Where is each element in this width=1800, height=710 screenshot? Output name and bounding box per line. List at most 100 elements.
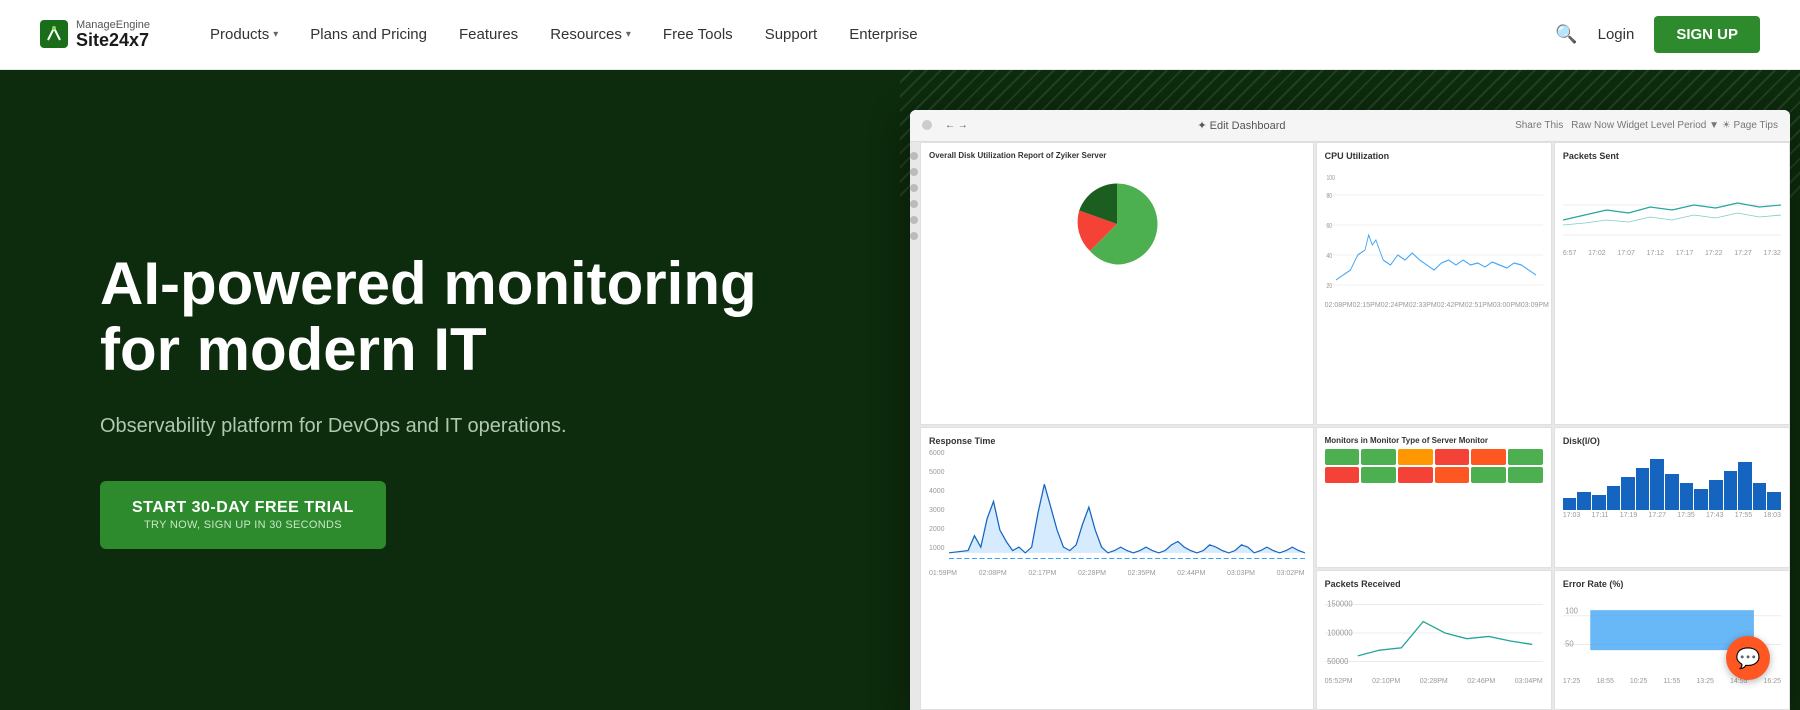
nav-enterprise[interactable]: Enterprise	[849, 26, 917, 43]
io-bar	[1738, 462, 1752, 510]
pie-container	[929, 164, 1305, 284]
monitor-cell	[1398, 467, 1433, 483]
nav-resources[interactable]: Resources ▾	[550, 26, 631, 43]
nav-features[interactable]: Features	[459, 26, 518, 43]
chat-bubble[interactable]: 💬	[1726, 636, 1770, 680]
dashboard-edit-btn[interactable]: ✦ Edit Dashboard	[1197, 119, 1285, 132]
response-chart-area	[949, 450, 1305, 570]
middle-charts-col: Monitors in Monitor Type of Server Monit…	[1316, 427, 1552, 710]
response-xaxis: 01:59PM02:08PM02:17PM02:28PM02:35PM02:44…	[929, 570, 1305, 577]
svg-text:100: 100	[1326, 174, 1335, 182]
error-bar	[1590, 610, 1754, 650]
hero-section: AI-powered monitoring for modern IT Obse…	[0, 70, 1800, 710]
sidebar-dot	[910, 184, 918, 192]
sidebar-dot	[910, 168, 918, 176]
cpu-utilization-chart: CPU Utilization 20 40 60 80 100	[1316, 142, 1552, 425]
monitor-cell	[1325, 467, 1360, 483]
chevron-down-icon: ▾	[273, 29, 278, 40]
io-bar	[1709, 480, 1723, 510]
svg-text:50: 50	[1565, 639, 1574, 648]
signup-button[interactable]: SIGN UP	[1654, 16, 1760, 53]
packets-recv-xaxis: 05:52PM02:10PM02:28PM02:46PM03:04PM	[1325, 678, 1543, 685]
cta-sub-text: TRY NOW, SIGN UP IN 30 SECONDS	[144, 519, 342, 531]
response-time-chart: Response Time 600050004000300020001000	[920, 427, 1314, 710]
cpu-chart-svg: 20 40 60 80 100	[1325, 165, 1543, 295]
response-chart-inner: 600050004000300020001000	[929, 450, 1305, 570]
svg-text:20: 20	[1326, 282, 1332, 290]
cta-main-text: START 30-DAY FREE TRIAL	[132, 499, 354, 517]
nav-dots: ← →	[922, 120, 968, 131]
svg-text:150000: 150000	[1327, 599, 1353, 608]
hero-right: ← → ✦ Edit Dashboard Share This Raw Now …	[900, 70, 1800, 710]
cta-button[interactable]: START 30-DAY FREE TRIAL TRY NOW, SIGN UP…	[100, 481, 386, 549]
packets-recv-title: Packets Received	[1325, 579, 1543, 589]
disk-io-xaxis: 17:0317:1117:1917:2717:3517:4317:5518:03	[1563, 512, 1781, 519]
brand-manage-engine: ManageEngine	[76, 19, 150, 31]
brand-site24x7: Site24x7	[76, 31, 150, 51]
monitor-cell	[1325, 449, 1360, 465]
packets-received-chart: Packets Received 150000 100000 50000	[1316, 570, 1552, 710]
nav-plans-pricing[interactable]: Plans and Pricing	[310, 26, 427, 43]
hero-title: AI-powered monitoring for modern IT	[100, 251, 840, 383]
nav-support[interactable]: Support	[765, 26, 818, 43]
monitor-cell	[1361, 467, 1396, 483]
monitor-cell	[1471, 449, 1506, 465]
chart-grid: CPU Utilization 20 40 60 80 100	[920, 142, 1790, 710]
monitor-cell	[1471, 467, 1506, 483]
logo-icon	[40, 20, 68, 48]
dashboard-window: ← → ✦ Edit Dashboard Share This Raw Now …	[910, 110, 1790, 710]
dashboard-topbar: ← → ✦ Edit Dashboard Share This Raw Now …	[910, 110, 1790, 142]
logo-area[interactable]: ManageEngine Site24x7	[40, 19, 150, 51]
svg-text:50000: 50000	[1327, 656, 1349, 665]
back-arrow-icon: ← →	[945, 120, 968, 131]
packets-sent-chart: Packets Sent 6:5717:0217:0717:1217:1717:…	[1554, 142, 1790, 425]
disk-io-chart: Disk(I/O)	[1554, 427, 1790, 568]
io-bar	[1753, 483, 1767, 510]
io-bar	[1621, 477, 1635, 510]
io-bar	[1665, 474, 1679, 510]
hero-subtitle: Observability platform for DevOps and IT…	[100, 411, 840, 441]
packets-recv-svg: 150000 100000 50000	[1325, 593, 1543, 673]
nav-links: Products ▾ Plans and Pricing Features Re…	[210, 26, 1555, 43]
io-bar	[1563, 498, 1577, 510]
chevron-down-icon-resources: ▾	[626, 29, 631, 40]
svg-text:80: 80	[1326, 192, 1332, 200]
monitor-cell	[1435, 467, 1470, 483]
io-bar	[1724, 471, 1738, 510]
nav-products[interactable]: Products ▾	[210, 26, 278, 43]
response-y-axis: 600050004000300020001000	[929, 450, 949, 570]
pie-chart-svg	[1072, 179, 1162, 269]
io-bar	[1636, 468, 1650, 510]
io-bar	[1767, 492, 1781, 510]
navbar: ManageEngine Site24x7 Products ▾ Plans a…	[0, 0, 1800, 70]
topbar-options: Raw Now Widget Level Period ▼ ☀ Page Tip…	[1571, 120, 1778, 131]
nav-free-tools[interactable]: Free Tools	[663, 26, 733, 43]
disk-io-bars	[1563, 450, 1781, 510]
monitor-grid	[1325, 449, 1543, 483]
packets-sent-svg	[1563, 165, 1781, 245]
share-this-label: Share This	[1515, 120, 1563, 131]
svg-text:100000: 100000	[1327, 628, 1353, 637]
svg-text:60: 60	[1326, 222, 1332, 230]
login-button[interactable]: Login	[1598, 26, 1635, 43]
io-bar	[1650, 459, 1664, 510]
dashboard-body: CPU Utilization 20 40 60 80 100	[910, 142, 1790, 710]
monitor-cell	[1508, 467, 1543, 483]
response-title: Response Time	[929, 436, 1305, 446]
packets-sent-xaxis: 6:5717:0217:0717:1217:1717:2217:2717:32	[1563, 250, 1781, 257]
cpu-chart-title: CPU Utilization	[1325, 151, 1543, 161]
disk-utilization-chart: Overall Disk Utilization Report of Zyike…	[920, 142, 1314, 425]
monitor-cell	[1508, 449, 1543, 465]
svg-text:40: 40	[1326, 252, 1332, 260]
error-rate-title: Error Rate (%)	[1563, 579, 1781, 589]
sidebar-dots	[910, 142, 918, 710]
cpu-x-axis: 02:08PM02:15PM02:24PM02:33PM02:42PM02:51…	[1325, 302, 1543, 309]
monitor-cell	[1435, 449, 1470, 465]
disk-io-title: Disk(I/O)	[1563, 436, 1781, 446]
io-bar	[1694, 489, 1708, 510]
search-icon[interactable]: 🔍	[1555, 24, 1577, 45]
hero-left: AI-powered monitoring for modern IT Obse…	[0, 70, 900, 710]
packets-sent-title: Packets Sent	[1563, 151, 1781, 161]
monitor-type-title: Monitors in Monitor Type of Server Monit…	[1325, 436, 1543, 445]
monitor-cell	[1361, 449, 1396, 465]
